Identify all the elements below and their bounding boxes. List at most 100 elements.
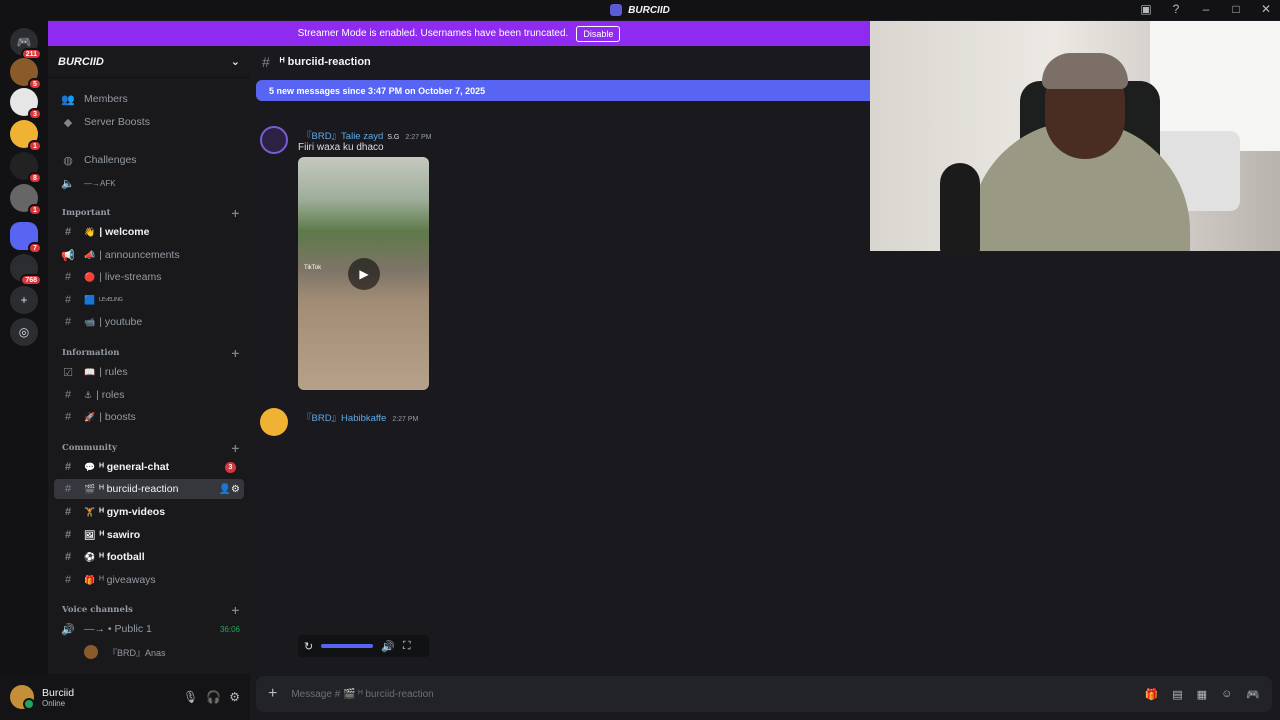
channel-sidebar: BURCIID ⌄ 👥 Members ◆ Server Boosts ◍ Challe… (48, 46, 250, 674)
message-composer: + Message # 🎬 ᴴ burciid-reaction 🎁 ▤ ▦ ☺… (256, 676, 1272, 712)
server-icon[interactable]: 5 (10, 58, 42, 90)
tiktok-watermark: TikTok (304, 265, 322, 271)
server-icon[interactable]: 768 (10, 254, 42, 286)
megaphone-icon: 📢 (61, 249, 75, 262)
title-bar: BURCIID ▣ ? – □ ✕ (0, 0, 1280, 20)
volume-slider[interactable] (321, 644, 374, 648)
message-author[interactable]: 『BRD』Talie zayd S.G 2:27 PM (302, 128, 431, 142)
unread-badge: 3 (225, 461, 236, 473)
server-icon[interactable]: 3 (10, 88, 42, 120)
invite-and-settings-icons[interactable]: 👤⚙ (219, 484, 240, 495)
hash-icon: # (64, 411, 72, 423)
gif-icon[interactable]: ▤ (1172, 688, 1182, 701)
hash-icon: # (64, 294, 72, 306)
add-channel-icon[interactable]: + (231, 604, 240, 617)
channel-announcements[interactable]: 📢 📣 | announcements (54, 245, 244, 265)
message-input[interactable]: Message # 🎬 ᴴ burciid-reaction (291, 689, 433, 700)
challenges-item[interactable]: ◍ Challenges (54, 150, 244, 170)
volume-icon[interactable]: 🔊 (381, 640, 395, 653)
channel-leveling[interactable]: # 🟦 ᴸᴱᵛᴱᴸᴵᴺᴳ (54, 290, 244, 310)
hash-icon: # (64, 529, 72, 541)
afk-channel[interactable]: 🔈 —→AFK (54, 173, 244, 193)
server-boosts-item[interactable]: ◆ Server Boosts (54, 112, 244, 132)
add-server-icon[interactable]: + (10, 286, 38, 314)
apps-icon[interactable]: 🎮 (1246, 688, 1260, 701)
server-icon[interactable]: 1 (10, 184, 42, 216)
app-logo-icon (610, 4, 623, 16)
server-icon[interactable]: 8 (10, 152, 42, 184)
hash-icon: # (64, 226, 72, 238)
disable-button[interactable]: Disable (576, 25, 621, 42)
sticker-icon[interactable]: ▦ (1197, 688, 1207, 701)
channel-burciid-reaction[interactable]: # 🎬 ᴴ burciid-reaction 👤⚙ (54, 479, 244, 499)
app-title: BURCIID (610, 4, 670, 16)
members-icon: 👥 (61, 93, 75, 106)
channel-boosts[interactable]: # 🚀 | boosts (54, 407, 244, 427)
hash-icon: # (64, 316, 72, 328)
channel-welcome[interactable]: # 👋 | welcome (54, 222, 244, 242)
fullscreen-icon[interactable]: ⛶ (403, 640, 411, 653)
channel-football[interactable]: # ⚽ ᴴ football (54, 547, 244, 567)
avatar[interactable] (260, 408, 288, 436)
gift-icon[interactable]: 🎁 (1145, 688, 1159, 701)
channel-rules[interactable]: ☑ 📖 | rules (54, 362, 244, 382)
hash-icon: # (262, 54, 270, 70)
chevron-down-icon: ⌄ (230, 56, 240, 68)
channel-header: # ᴴ burciid-reaction (250, 46, 870, 78)
user-panel: Burciid Online 🎙 🎧 ⚙ (0, 674, 250, 720)
members-item[interactable]: 👥 Members (54, 89, 244, 109)
close-button[interactable]: ✕ (1258, 2, 1274, 16)
hash-icon: # (64, 461, 72, 473)
category-important[interactable]: Important + (62, 205, 240, 221)
replay-icon[interactable]: ↻ (304, 640, 313, 653)
channel-general-chat[interactable]: # 💬 ᴴ general-chat 3 (54, 457, 244, 477)
window-controls: ▣ ? – □ ✕ (1138, 2, 1274, 16)
voice-channel-public-1[interactable]: 🔊 —→ • Public 1 36:06 (54, 619, 244, 639)
headphones-icon[interactable]: 🎧 (206, 690, 221, 704)
beanie (1042, 53, 1128, 89)
add-channel-icon[interactable]: + (231, 207, 240, 220)
add-channel-icon[interactable]: + (231, 442, 240, 455)
microphone-icon[interactable]: 🎙 (183, 690, 198, 704)
rules-icon: ☑ (63, 366, 73, 379)
maximize-button[interactable]: □ (1228, 2, 1244, 16)
channel-giveaways[interactable]: # 🎁 ᴴ giveaways (54, 570, 244, 590)
help-icon[interactable]: ? (1168, 2, 1184, 16)
add-channel-icon[interactable]: + (231, 347, 240, 360)
hash-icon: # (64, 551, 72, 563)
channel-roles[interactable]: # ⚓ | roles (54, 385, 244, 405)
inbox-icon[interactable]: ▣ (1138, 2, 1154, 16)
avatar[interactable] (260, 126, 288, 154)
channel-sawiro[interactable]: # 🖼 ᴴ sawiro (54, 525, 244, 545)
webcam-overlay (870, 21, 1280, 251)
server-header[interactable]: BURCIID ⌄ (48, 46, 250, 78)
hash-icon: # (64, 271, 72, 283)
server-icon-active[interactable]: 7 (10, 222, 42, 254)
home-button[interactable]: 🎮 211 (10, 28, 42, 60)
channel-youtube[interactable]: # 📹 | youtube (54, 312, 244, 332)
gear-icon[interactable]: ⚙ (229, 690, 240, 704)
category-voice[interactable]: Voice channels + (62, 602, 240, 618)
hash-icon: # (64, 389, 72, 401)
category-information[interactable]: Information + (62, 345, 240, 361)
minimize-button[interactable]: – (1198, 2, 1214, 16)
channel-live-streams[interactable]: # 🔴 | live-streams (54, 267, 244, 287)
play-icon[interactable]: ▶ (348, 258, 380, 290)
category-community[interactable]: Community + (62, 440, 240, 456)
server-icon[interactable]: 1 (10, 120, 42, 152)
avatar[interactable] (10, 685, 35, 710)
streamer-mode-banner: Streamer Mode is enabled. Usernames have… (48, 21, 870, 46)
hash-icon: # (64, 483, 72, 495)
hash-icon: # (64, 574, 72, 586)
video-attachment[interactable]: TikTok ▶ (298, 157, 429, 390)
channel-gym-videos[interactable]: # 🏋 ᴴ gym-videos (54, 502, 244, 522)
emoji-icon[interactable]: ☺ (1221, 688, 1232, 701)
boost-icon: ◆ (63, 116, 73, 129)
hash-icon: # (64, 506, 72, 518)
voice-member[interactable]: 『BRD』Anas (78, 642, 244, 662)
video-controls: ↻ 🔊 ⛶ (298, 635, 429, 657)
discover-icon[interactable]: ◎ (10, 318, 38, 346)
new-messages-bar[interactable]: 5 new messages since 3:47 PM on October … (256, 80, 870, 101)
message-author[interactable]: 『BRD』Habibkaffe 2:27 PM (302, 410, 418, 424)
add-attachment-button[interactable]: + (268, 685, 277, 703)
